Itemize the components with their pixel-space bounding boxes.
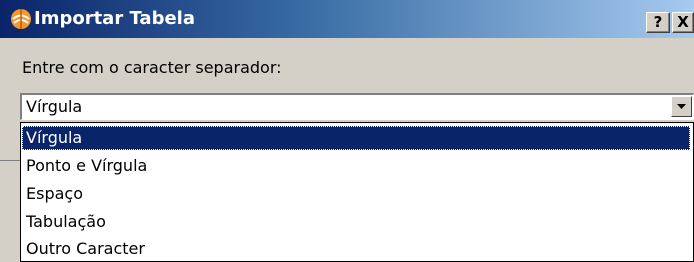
window-title: Importar Tabela: [34, 8, 195, 29]
dialog-background: [0, 160, 20, 262]
combobox-value: Vírgula: [26, 97, 83, 116]
option-espaco[interactable]: Espaço: [22, 182, 690, 206]
help-button[interactable]: ?: [646, 12, 670, 33]
title-bar[interactable]: Importar Tabela ? X: [0, 0, 694, 38]
dropdown-button[interactable]: [671, 96, 692, 117]
option-ponto-e-virgula[interactable]: Ponto e Vírgula: [22, 154, 690, 178]
separator-prompt-label: Entre com o caracter separador:: [22, 58, 282, 77]
option-outro-caracter[interactable]: Outro Caracter: [22, 237, 690, 261]
separator-combobox[interactable]: Vírgula: [20, 93, 694, 120]
close-button[interactable]: X: [672, 12, 694, 33]
app-logo-icon: [10, 8, 32, 30]
option-virgula[interactable]: Vírgula: [22, 126, 690, 150]
separator-dropdown-list[interactable]: Vírgula Ponto e Vírgula Espaço Tabulação…: [20, 122, 694, 262]
option-tabulacao[interactable]: Tabulação: [22, 210, 690, 234]
